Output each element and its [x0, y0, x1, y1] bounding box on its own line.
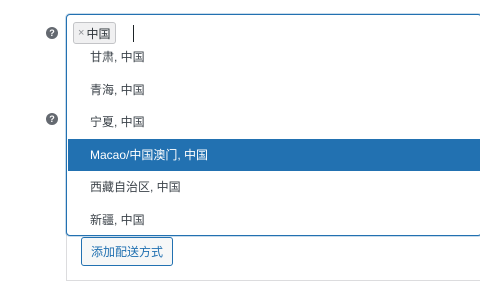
dropdown-option[interactable]: 西藏自治区, 中国: [68, 171, 480, 204]
dropdown-option-highlighted[interactable]: Macao/中国澳门, 中国: [68, 138, 480, 171]
text-cursor: [133, 25, 134, 42]
help-icon[interactable]: ?: [46, 27, 58, 39]
dropdown-option[interactable]: 青海, 中国: [68, 74, 480, 107]
dropdown-option[interactable]: 宁夏, 中国: [68, 106, 480, 139]
remove-tag-icon[interactable]: ×: [78, 27, 84, 39]
add-shipping-method-button[interactable]: 添加配送方式: [81, 237, 173, 266]
dropdown-option[interactable]: 甘肃, 中国: [68, 41, 480, 74]
region-dropdown-list: 甘肃, 中国 青海, 中国 宁夏, 中国 Macao/中国澳门, 中国 西藏自治…: [68, 41, 480, 236]
help-icon[interactable]: ?: [46, 113, 58, 125]
selected-region-label: 中国: [86, 26, 111, 41]
region-multiselect[interactable]: × 中国 甘肃, 中国 青海, 中国 宁夏, 中国 Macao/中国澳门, 中国…: [66, 14, 480, 236]
dropdown-option[interactable]: 新疆, 中国: [68, 204, 480, 237]
